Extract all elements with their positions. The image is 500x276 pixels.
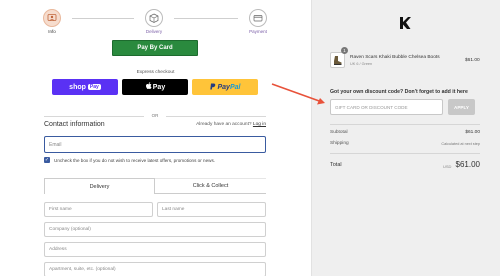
login-link[interactable]: Log in [253,122,266,127]
step-info[interactable]: Info [32,9,72,34]
discount-title: Got your own discount code? Don't forget… [330,89,468,95]
first-name-field[interactable]: First name [44,202,153,217]
discount-code-input[interactable]: GIFT CARD OR DISCOUNT CODE [330,99,443,115]
box-icon [145,9,163,27]
tab-click-collect[interactable]: Click & Collect [155,178,266,194]
marketing-checkbox[interactable]: ✓ [44,157,50,163]
summary-divider-2 [330,153,480,154]
contact-information-title: Contact information [44,121,105,128]
order-summary-panel [311,0,500,276]
total-currency: USD [443,164,452,169]
or-text: OR [151,113,159,118]
step-payment-label: Payment [249,29,267,34]
pay-by-card-button[interactable]: Pay By Card [112,40,198,56]
summary-divider-1 [330,124,480,125]
login-prompt-text: Already have an account? [196,122,252,127]
delivery-method-tabs: Delivery Click & Collect [44,178,266,194]
user-icon [43,9,61,27]
product-name: Raven Scars Khaki Bubble Chelsea Boots [350,55,440,60]
shop-pay-label: shop [69,83,86,91]
paypal-icon [209,83,216,92]
company-field[interactable]: Company (optional) [44,222,266,237]
last-name-field[interactable]: Last name [157,202,266,217]
shop-pay-suffix: Pay [87,84,101,90]
login-prompt: Already have an account? Log in [196,122,266,127]
marketing-opt-in[interactable]: ✓ Uncheck the box if you do not wish to … [44,157,215,163]
apply-discount-button[interactable]: APPLY [448,99,475,115]
apple-pay-button[interactable]: Pay [122,79,188,95]
express-checkout-title: Express checkout [136,70,175,75]
step-delivery[interactable]: Delivery [134,9,174,34]
apple-pay-label: Pay [152,83,166,91]
apple-icon [145,82,152,92]
step-delivery-label: Delivery [145,29,163,34]
marketing-checkbox-label: Uncheck the box if you do not wish to re… [54,157,216,163]
total-value: $61.00 [455,160,480,169]
paypal-label-a: Pay [217,83,230,91]
boot-icon [334,55,342,65]
paypal-button[interactable]: Pay Pal [192,79,258,95]
address-field[interactable]: Address [44,242,266,257]
checkout-main-panel: Info Delivery Payment Pay By Card Expres… [0,0,311,276]
step-payment[interactable]: Payment [238,9,278,34]
shipping-value: Calculated at next step [441,142,480,146]
paypal-label-b: Pal [229,83,241,91]
email-field[interactable]: Email [44,136,266,153]
brand-logo[interactable] [398,16,412,30]
stepper-line-2 [174,18,238,19]
tab-delivery[interactable]: Delivery [44,178,155,194]
product-price: $61.00 [465,58,480,63]
quantity-badge: 1 [341,47,348,54]
apartment-field[interactable]: Apartment, suite, etc. (optional) [44,262,266,276]
step-info-label: Info [48,29,56,34]
credit-card-icon [249,9,267,27]
shipping-label: Shipping [330,141,349,146]
annotation-arrow-icon [271,83,325,105]
subtotal-value: $61.00 [465,130,480,135]
subtotal-label: Subtotal [330,130,348,135]
product-thumbnail [330,52,345,68]
shop-pay-button[interactable]: shop Pay [52,79,118,95]
stepper-line-1 [72,18,134,19]
product-variant: UK 6 / Green [350,62,373,66]
or-divider: OR [44,113,266,119]
total-label: Total [330,162,342,168]
